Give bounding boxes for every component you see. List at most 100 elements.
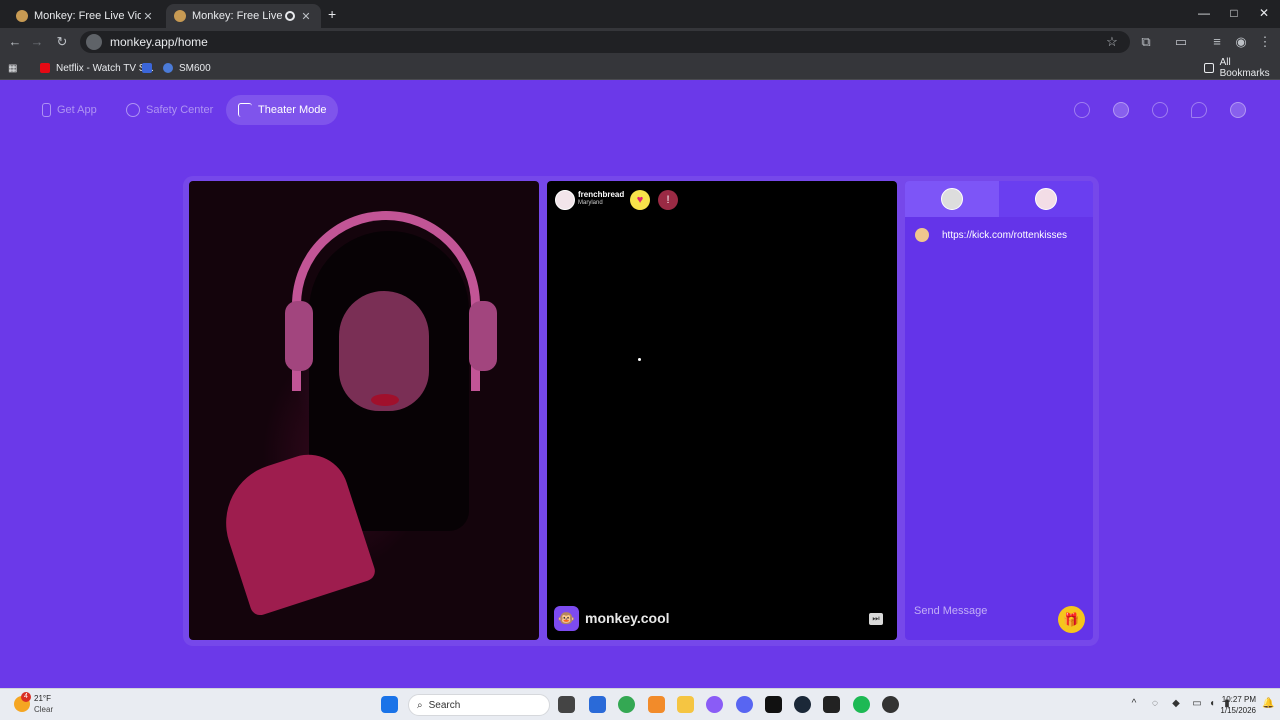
maximize-button[interactable]: □ <box>1224 6 1244 20</box>
history-icon[interactable] <box>1152 102 1168 118</box>
apps-grid-icon[interactable]: ▦ <box>8 60 17 76</box>
cast-icon[interactable]: ▭ <box>1172 33 1190 51</box>
stranger-avatar <box>1035 188 1057 210</box>
clock-time: 10:27 PM <box>1221 695 1256 704</box>
tab-monkey-1[interactable]: Monkey: Free Live Video Chat ✕ <box>8 4 163 28</box>
back-icon[interactable]: ← <box>6 33 24 51</box>
windows-start-icon[interactable] <box>381 696 398 713</box>
url-text[interactable]: monkey.app/home <box>110 35 208 49</box>
theater-mode-label: Theater Mode <box>258 104 327 116</box>
bookmark-netflix[interactable]: Netflix - Watch TV S... <box>40 60 154 76</box>
tab-title: Monkey: Free Live Video Chat <box>34 10 141 22</box>
bookmark-icon <box>163 63 173 73</box>
tab-monkey-2[interactable]: Monkey: Free Live Video Ch ✕ <box>166 4 321 28</box>
browser-toolbar: ← → ↻ monkey.app/home ☆ ⧉ ▭ ≡ ◉ ⋮ <box>0 28 1280 56</box>
stranger-name[interactable]: frenchbread <box>578 190 624 199</box>
tray-icon[interactable]: ◆ <box>1170 698 1182 710</box>
theater-mode-button[interactable]: Theater Mode <box>226 95 339 125</box>
stranger-video: frenchbread Maryland ♥ ! 🐵 monkey.cool ⏭ <box>547 181 897 640</box>
new-tab-button[interactable]: + <box>328 6 336 22</box>
message-avatar <box>915 228 929 242</box>
close-window-button[interactable]: ✕ <box>1254 6 1274 20</box>
windows-taskbar: 4 21°F Clear ⌕ Search ^ ◌ ◆ ▭ ◖ ▮ 10:27 … <box>0 688 1280 720</box>
taskbar-search-label: Search <box>428 699 461 711</box>
headphones <box>285 301 313 371</box>
app-icon[interactable] <box>765 696 782 713</box>
self-avatar <box>941 188 963 210</box>
minimize-button[interactable]: — <box>1194 6 1214 20</box>
address-bar[interactable]: monkey.app/home <box>80 31 1130 53</box>
monkey-favicon-icon <box>174 10 186 22</box>
bookmark-label: SM600 <box>179 62 211 74</box>
video-subject <box>339 291 429 411</box>
gift-button[interactable]: 🎁 <box>1058 606 1085 633</box>
app-icon[interactable] <box>823 696 840 713</box>
system-clock[interactable]: 10:27 PM 1/15/2026 <box>1220 694 1256 716</box>
watermark-text: monkey.cool <box>585 610 670 626</box>
profile-avatar[interactable] <box>1230 102 1246 118</box>
phone-icon <box>42 103 51 117</box>
report-icon[interactable]: ! <box>658 190 678 210</box>
headphones <box>469 301 497 371</box>
recording-icon <box>285 11 295 21</box>
reload-icon[interactable]: ↻ <box>53 33 71 51</box>
skip-icon[interactable]: ⏭ <box>869 613 883 625</box>
browser-tab-bar: Monkey: Free Live Video Chat ✕ Monkey: F… <box>0 0 1280 28</box>
heart-icon[interactable]: ♥ <box>630 190 650 210</box>
notifications-icon[interactable]: 🔔 <box>1262 698 1274 710</box>
store-icon[interactable] <box>589 696 606 713</box>
tab-title: Monkey: Free Live Video Ch <box>192 10 285 22</box>
chat-icon[interactable] <box>1191 102 1207 118</box>
discord-icon[interactable] <box>736 696 753 713</box>
message-input[interactable]: Send Message <box>914 605 987 617</box>
tray-chevron-icon[interactable]: ^ <box>1128 698 1140 710</box>
steam-icon[interactable] <box>794 696 811 713</box>
copilot-icon[interactable] <box>706 696 723 713</box>
safety-center-label: Safety Center <box>146 104 214 116</box>
media-icon[interactable]: ≡ <box>1208 33 1226 51</box>
expand-icon <box>238 103 252 117</box>
bookmark-sm600[interactable]: SM600 <box>163 60 211 76</box>
weather-desc: Clear <box>34 705 54 714</box>
taskbar-search[interactable]: ⌕ Search <box>408 694 550 716</box>
netflix-icon <box>40 63 50 73</box>
task-view-icon[interactable] <box>558 696 575 713</box>
close-tab-icon[interactable]: ✕ <box>299 10 313 23</box>
extensions-icon[interactable]: ⧉ <box>1137 33 1155 51</box>
clock-date: 1/15/2026 <box>1220 706 1256 715</box>
all-bookmarks[interactable]: All Bookmarks <box>1204 57 1280 79</box>
search-icon: ⌕ <box>417 699 423 711</box>
notification-badge: 4 <box>21 692 31 702</box>
close-tab-icon[interactable]: ✕ <box>141 10 155 23</box>
app-icon[interactable] <box>648 696 665 713</box>
bookmark-blank[interactable] <box>142 60 158 76</box>
stranger-avatar[interactable] <box>555 190 575 210</box>
search-icon[interactable] <box>1074 102 1090 118</box>
monkey-page: Get App Safety Center Theater Mode frenc… <box>0 80 1280 688</box>
chrome-icon[interactable] <box>618 696 635 713</box>
stranger-location: Maryland <box>578 200 603 206</box>
network-icon[interactable]: ▭ <box>1191 698 1203 710</box>
tray-icon[interactable]: ◌ <box>1149 698 1161 710</box>
spotify-icon[interactable] <box>853 696 870 713</box>
volume-icon[interactable]: ◖ <box>1206 698 1218 710</box>
get-app-button[interactable]: Get App <box>30 95 109 125</box>
chat-tab-stranger[interactable] <box>999 181 1093 217</box>
weather-temp: 21°F <box>34 694 51 703</box>
safety-center-button[interactable]: Safety Center <box>114 95 225 125</box>
forward-icon[interactable]: → <box>28 33 46 51</box>
bookmark-star-icon[interactable]: ☆ <box>1103 33 1121 51</box>
bookmark-icon <box>142 63 152 73</box>
menu-icon[interactable]: ⋮ <box>1256 33 1274 51</box>
app-icon[interactable] <box>882 696 899 713</box>
bookmark-label: Netflix - Watch TV S... <box>56 62 154 74</box>
file-explorer-icon[interactable] <box>677 696 694 713</box>
profile-avatar[interactable]: ◉ <box>1232 33 1250 51</box>
chat-tab-self[interactable] <box>905 181 999 217</box>
local-video <box>189 181 539 640</box>
site-info-icon[interactable] <box>86 34 102 50</box>
monkey-logo-icon: 🐵 <box>554 606 579 631</box>
chat-message[interactable]: https://kick.com/rottenkisses <box>942 230 1067 241</box>
coins-icon[interactable] <box>1113 102 1129 118</box>
video-artifact <box>638 358 641 361</box>
